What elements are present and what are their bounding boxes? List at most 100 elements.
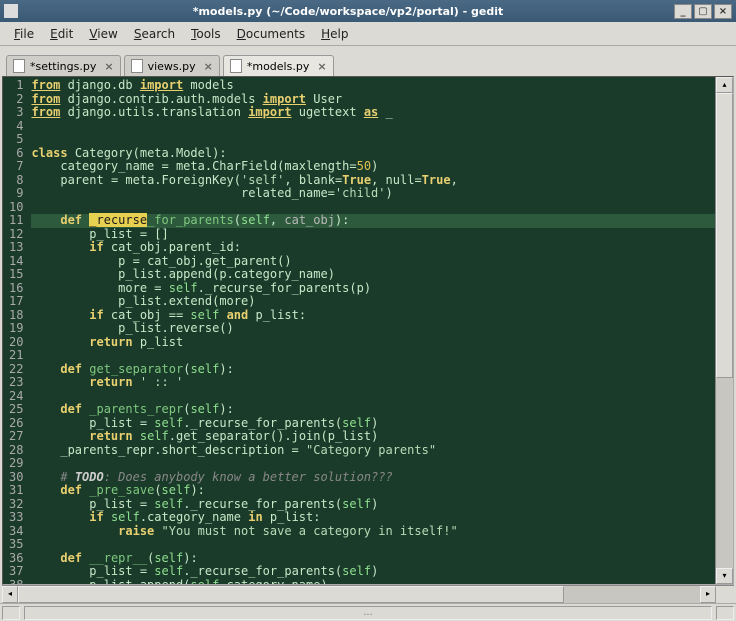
code-line[interactable]: return p_list [31, 336, 715, 350]
line-number: 10 [9, 201, 23, 215]
line-number: 24 [9, 390, 23, 404]
code-line[interactable]: category_name = meta.CharField(maxlength… [31, 160, 715, 174]
app-window: *models.py (~/Code/workspace/vp2/portal)… [0, 0, 736, 621]
code-line[interactable]: from django.utils.translation import uge… [31, 106, 715, 120]
horizontal-scrollbar[interactable]: ◂ ▸ [2, 585, 734, 603]
scroll-left-button[interactable]: ◂ [2, 586, 18, 603]
code-line[interactable]: p_list = self._recurse_for_parents(self) [31, 565, 715, 579]
scroll-down-button[interactable]: ▾ [716, 568, 733, 584]
menu-help[interactable]: Help [313, 25, 356, 43]
line-number: 11 [9, 214, 23, 228]
line-number: 23 [9, 376, 23, 390]
code-line[interactable]: p_list = [] [31, 228, 715, 242]
code-line[interactable] [31, 390, 715, 404]
menu-documents[interactable]: Documents [229, 25, 313, 43]
code-line[interactable]: related_name='child') [31, 187, 715, 201]
code-line[interactable] [31, 457, 715, 471]
code-line[interactable]: more = self._recurse_for_parents(p) [31, 282, 715, 296]
menu-edit[interactable]: Edit [42, 25, 81, 43]
line-number: 17 [9, 295, 23, 309]
line-number: 38 [9, 579, 23, 585]
code-line[interactable]: if self.category_name in p_list: [31, 511, 715, 525]
code-line[interactable] [31, 133, 715, 147]
menu-tools[interactable]: Tools [183, 25, 229, 43]
line-number: 33 [9, 511, 23, 525]
code-line[interactable] [31, 120, 715, 134]
tab-viewspy[interactable]: views.py× [124, 55, 220, 76]
vertical-scrollbar[interactable]: ▴ ▾ [715, 77, 733, 584]
code-line[interactable]: parent = meta.ForeignKey('self', blank=T… [31, 174, 715, 188]
code-line[interactable]: p = cat_obj.get_parent() [31, 255, 715, 269]
tab-settingspy[interactable]: *settings.py × [6, 55, 121, 76]
line-number: 22 [9, 363, 23, 377]
line-number: 16 [9, 282, 23, 296]
menu-file[interactable]: File [6, 25, 42, 43]
scroll-thumb-h[interactable] [18, 586, 564, 603]
menu-view[interactable]: View [81, 25, 125, 43]
status-mid: ... [24, 606, 712, 620]
code-line[interactable] [31, 538, 715, 552]
code-line[interactable]: def _recurse_for_parents(self, cat_obj): [31, 214, 715, 228]
tab-modelspy[interactable]: *models.py× [223, 55, 334, 76]
code-line[interactable] [31, 201, 715, 215]
close-icon[interactable]: × [204, 60, 213, 73]
document-icon [230, 59, 242, 73]
line-gutter: 1234567891011121314151617181920212223242… [3, 77, 27, 584]
line-number: 7 [9, 160, 23, 174]
line-number: 1 [9, 79, 23, 93]
code-line[interactable]: from django.contrib.auth.models import U… [31, 93, 715, 107]
scroll-thumb-v[interactable] [716, 93, 733, 378]
scroll-corner [716, 586, 734, 603]
document-icon [131, 59, 143, 73]
line-number: 28 [9, 444, 23, 458]
code-line[interactable]: p_list.reverse() [31, 322, 715, 336]
code-line[interactable]: def _pre_save(self): [31, 484, 715, 498]
tab-label: *settings.py [30, 60, 96, 73]
line-number: 14 [9, 255, 23, 269]
close-icon[interactable]: × [317, 60, 326, 73]
code-line[interactable]: raise "You must not save a category in i… [31, 525, 715, 539]
scroll-right-button[interactable]: ▸ [700, 586, 716, 603]
code-line[interactable]: p_list = self._recurse_for_parents(self) [31, 498, 715, 512]
scroll-track-h[interactable] [18, 586, 700, 603]
code-line[interactable]: return ' :: ' [31, 376, 715, 390]
line-number: 26 [9, 417, 23, 431]
code-editor[interactable]: 1234567891011121314151617181920212223242… [3, 77, 715, 584]
code-area[interactable]: from django.db import modelsfrom django.… [27, 77, 715, 584]
line-number: 13 [9, 241, 23, 255]
line-number: 3 [9, 106, 23, 120]
code-line[interactable]: class Category(meta.Model): [31, 147, 715, 161]
code-line[interactable] [31, 349, 715, 363]
menu-search[interactable]: Search [126, 25, 183, 43]
line-number: 6 [9, 147, 23, 161]
line-number: 2 [9, 93, 23, 107]
code-line[interactable]: def _parents_repr(self): [31, 403, 715, 417]
code-line[interactable]: p_list.append(p.category_name) [31, 268, 715, 282]
code-line[interactable]: p_list.extend(more) [31, 295, 715, 309]
line-number: 18 [9, 309, 23, 323]
code-line[interactable]: # TODO: Does anybody know a better solut… [31, 471, 715, 485]
code-line[interactable]: p_list.append(self.category_name) [31, 579, 715, 585]
menubar: FileEditViewSearchToolsDocumentsHelp [0, 22, 736, 46]
scroll-track-v[interactable] [716, 93, 733, 568]
line-number: 32 [9, 498, 23, 512]
minimize-button[interactable]: _ [674, 4, 692, 19]
maximize-button[interactable]: ▢ [694, 4, 712, 19]
line-number: 25 [9, 403, 23, 417]
code-line[interactable]: p_list = self._recurse_for_parents(self) [31, 417, 715, 431]
code-line[interactable]: if cat_obj.parent_id: [31, 241, 715, 255]
titlebar[interactable]: *models.py (~/Code/workspace/vp2/portal)… [0, 0, 736, 22]
line-number: 8 [9, 174, 23, 188]
code-line[interactable]: return self.get_separator().join(p_list) [31, 430, 715, 444]
scroll-up-button[interactable]: ▴ [716, 77, 733, 93]
code-line[interactable]: from django.db import models [31, 79, 715, 93]
code-line[interactable]: def __repr__(self): [31, 552, 715, 566]
window-title: *models.py (~/Code/workspace/vp2/portal)… [24, 5, 672, 18]
close-button[interactable]: × [714, 4, 732, 19]
code-line[interactable]: def get_separator(self): [31, 363, 715, 377]
line-number: 19 [9, 322, 23, 336]
code-line[interactable]: if cat_obj == self and p_list: [31, 309, 715, 323]
close-icon[interactable]: × [104, 60, 113, 73]
line-number: 30 [9, 471, 23, 485]
code-line[interactable]: _parents_repr.short_description = "Categ… [31, 444, 715, 458]
